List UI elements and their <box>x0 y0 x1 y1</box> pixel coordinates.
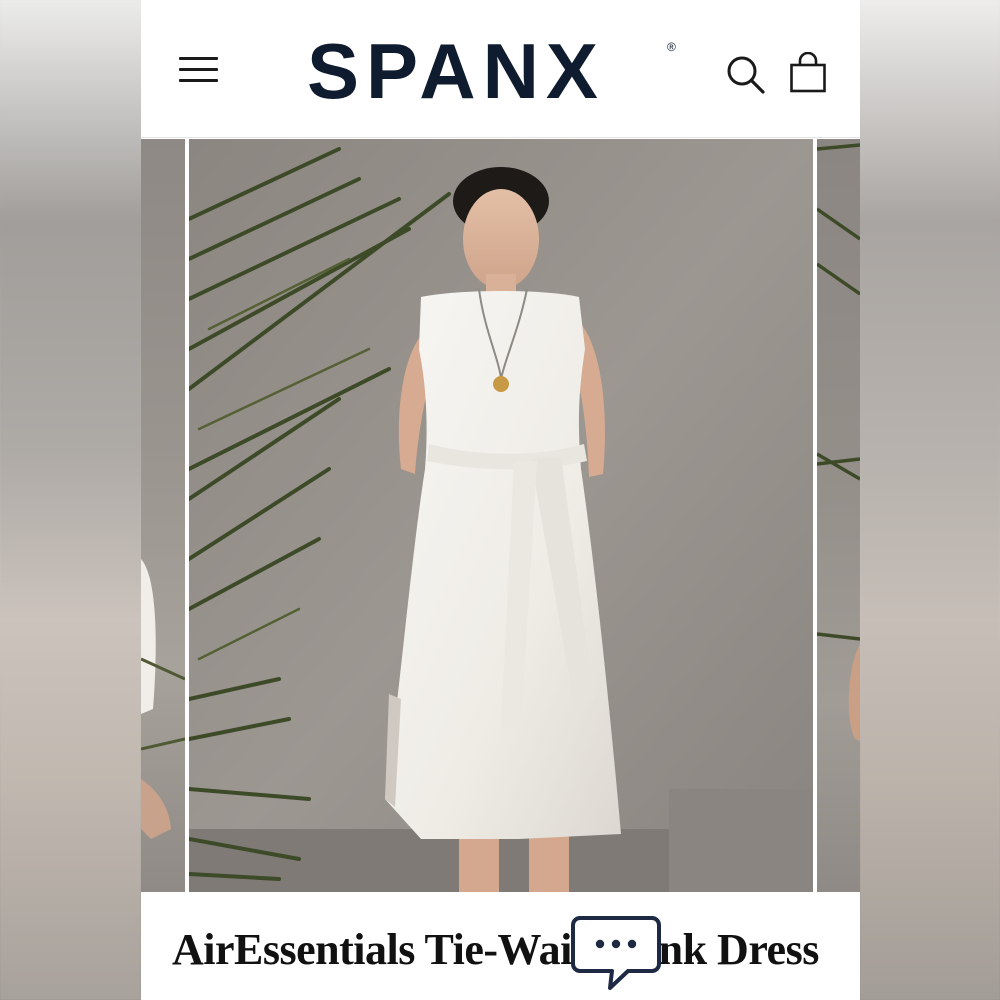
previous-product-photo[interactable] <box>141 139 185 892</box>
spanx-logo[interactable]: SPANX <box>307 28 687 114</box>
product-title: AirEssentials Tie-Waist Tank Dress <box>172 925 819 974</box>
chat-bubble-icon[interactable] <box>570 914 662 994</box>
hamburger-menu-icon[interactable] <box>179 54 219 84</box>
product-title-section: AirEssentials Tie-Waist Tank Dress <box>141 892 860 1000</box>
product-image-gallery[interactable] <box>141 139 860 892</box>
blurred-background-right <box>860 0 1000 1000</box>
next-product-photo[interactable] <box>817 139 860 892</box>
mobile-page: SPANX ® AirEssentials Tie-Waist Tank Dre… <box>141 0 860 1000</box>
main-product-photo[interactable] <box>189 139 813 892</box>
search-icon[interactable] <box>725 54 767 96</box>
shopping-bag-icon[interactable] <box>789 51 827 94</box>
site-header: SPANX ® <box>141 0 860 138</box>
blurred-background-left <box>0 0 141 1000</box>
registered-mark: ® <box>667 40 676 54</box>
